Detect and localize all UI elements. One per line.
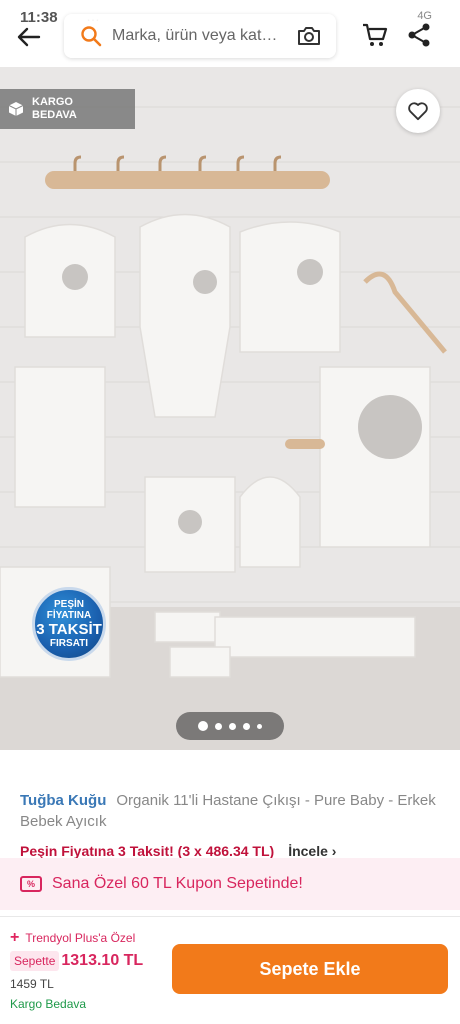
arrow-left-icon <box>17 27 41 47</box>
free-shipping-label: Kargo Bedava <box>10 997 87 1011</box>
search-icon <box>78 23 104 49</box>
installment-link[interactable]: İncele › <box>288 843 336 859</box>
carousel-dot[interactable] <box>198 721 208 731</box>
share-button[interactable] <box>404 20 434 50</box>
free-shipping-text: KARGO BEDAVA <box>32 96 77 122</box>
search-bar[interactable] <box>64 14 336 58</box>
product-image[interactable]: KARGO BEDAVA PEŞİN FİYATINA 3 TAKSİT FIR… <box>0 67 460 750</box>
add-to-cart-label: Sepete Ekle <box>259 958 361 979</box>
share-icon <box>408 23 430 47</box>
add-to-cart-button[interactable]: Sepete Ekle <box>172 944 448 994</box>
badge-line-2: BEDAVA <box>32 109 77 121</box>
box-icon <box>8 102 24 116</box>
search-input[interactable] <box>112 27 282 45</box>
coupon-banner[interactable]: % Sana Özel 60 TL Kupon Sepetinde! <box>0 858 460 910</box>
carousel-dot[interactable] <box>243 722 250 730</box>
coupon-icon: % <box>20 876 42 892</box>
top-header <box>0 10 460 62</box>
seal-line-4: FIRSATI <box>49 638 89 649</box>
carousel-indicator[interactable] <box>176 712 284 740</box>
carousel-dot[interactable] <box>257 723 262 729</box>
cart-icon <box>363 23 388 46</box>
seal-line-3: 3 TAKSİT <box>36 621 102 638</box>
badge-line-1: KARGO <box>32 96 73 108</box>
product-page: KARGO BEDAVA PEŞİN FİYATINA 3 TAKSİT FIR… <box>0 0 460 1024</box>
plus-icon: + <box>10 929 20 946</box>
cart-button[interactable] <box>360 20 390 50</box>
plus-label: Trendyol Plus'a Özel <box>25 931 136 945</box>
installment-row: Peşin Fiyatına 3 Taksit! (3 x 486.34 TL)… <box>20 843 440 859</box>
discounted-price: 1313.10 TL <box>61 952 144 969</box>
favorite-button[interactable] <box>396 89 440 133</box>
seal-line-1: PEŞİN <box>53 599 84 610</box>
installment-text: Peşin Fiyatına 3 Taksit! (3 x 486.34 TL) <box>20 843 275 859</box>
price-row: Sepette 1313.10 TL <box>10 951 143 971</box>
free-shipping-badge: KARGO BEDAVA <box>0 89 135 129</box>
carousel-dot[interactable] <box>229 722 236 730</box>
heart-icon <box>408 102 428 121</box>
chevron-right-icon: › <box>331 843 337 859</box>
original-price: 1459 TL <box>10 977 54 991</box>
coupon-text: Sana Özel 60 TL Kupon Sepetinde! <box>52 875 303 892</box>
sepette-tag: Sepette <box>10 951 60 971</box>
product-title: Tuğba Kuğu Organik 11'li Hastane Çıkışı -… <box>20 790 440 832</box>
carousel-dot[interactable] <box>215 722 222 730</box>
purchase-bar: + Trendyol Plus'a Özel Sepette 1313.10 T… <box>0 916 460 1024</box>
installment-link-label: İncele <box>288 843 328 859</box>
camera-icon[interactable] <box>296 24 322 48</box>
seal-line-2: FİYATINA <box>46 610 92 621</box>
installment-promo-seal: PEŞİN FİYATINA 3 TAKSİT FIRSATI <box>32 587 106 661</box>
back-button[interactable] <box>12 22 46 52</box>
brand-name[interactable]: Tuğba Kuğu <box>20 792 106 809</box>
plus-label-row: + Trendyol Plus'a Özel <box>10 929 135 947</box>
